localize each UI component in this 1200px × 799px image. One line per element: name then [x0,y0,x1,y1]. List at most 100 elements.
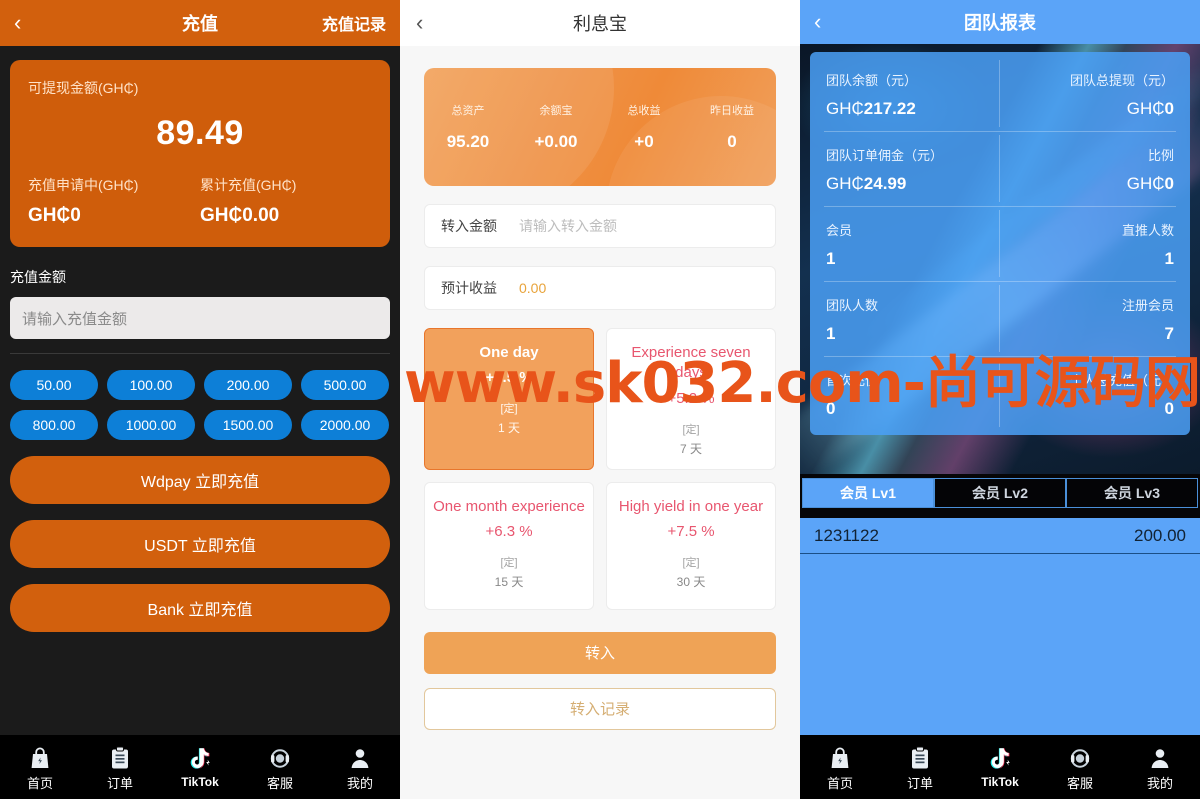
transfer-amount-input[interactable]: 请输入转入金额 [519,216,617,236]
recharge-records-link[interactable]: 充值记录 [322,11,386,35]
stat-member: 会员 1 [810,206,1000,281]
tabbar-item-support[interactable]: 客服 [240,743,320,792]
tabbar-label: 首页 [826,775,853,791]
tabbar-item-home[interactable]: 首页 [800,743,880,792]
bank-recharge-button[interactable]: Bank 立即充值 [10,584,390,632]
tabbar-item-profile[interactable]: 我的 [1120,743,1200,792]
tabbar-item-tiktok[interactable]: TikTok [160,745,240,789]
product-name: One day [479,344,539,361]
interest-treasure-screen: ‹ 利息宝 总资产 95.20 余额宝 +0.00 总收益 +0 昨日收益 0 … [400,0,800,799]
summary-value: 0 [727,132,737,151]
product-tag: [定] [500,403,518,416]
member-list-background [800,554,1200,739]
tiktok-icon [186,745,214,773]
stat-label: 注册会员 [1121,298,1174,313]
team-stats-grid: 团队余额（元） GH₵217.22 团队总提现（元） GH₵0 团队订单佣金（元… [810,52,1190,435]
wdpay-recharge-button[interactable]: Wdpay 立即充值 [10,456,390,504]
tabbar-item-tiktok[interactable]: TikTok [960,745,1040,789]
quick-amount-chip[interactable]: 50.00 [10,370,98,400]
product-tag: [定] [682,556,700,569]
quick-amount-chip[interactable]: 500.00 [301,370,389,400]
currency-prefix: GH₵ [826,174,864,193]
currency-prefix: GH₵ [1126,99,1165,118]
tab-member-lv3[interactable]: 会员 Lv3 [1066,478,1198,508]
product-rate: +5.2 % [667,389,715,407]
team-report-screen: ‹ 团队报表 团队余额（元） GH₵217.22 团队总提现（元） GH₵0 团… [800,0,1200,799]
headset-support-icon [1068,743,1092,771]
clipboard-order-icon [109,743,131,771]
total-recharge-value: GH₵0.00 [200,205,280,226]
table-row[interactable]: 1231122 200.00 [800,518,1200,554]
stat-personal-total-recharge: 个人总充值（元） 0 [1000,356,1190,431]
tabbar-item-orders[interactable]: 订单 [80,743,160,792]
stat-label: 首次充值 [826,373,879,388]
stat-number: 1 [826,324,836,343]
stat-label: 团队人数 [826,298,879,313]
product-rate: +3.5 % [485,369,533,387]
recharge-screen: ‹ 充值 充值记录 可提现金额(GH₵) 89.49 充值申请中(GH₵) GH… [0,0,400,799]
stat-team-balance: 团队余额（元） GH₵217.22 [810,56,1000,131]
tabbar-label: 客服 [1066,775,1093,791]
tabbar-label: 我的 [346,775,373,791]
recharge-amount-placeholder: 请输入充值金额 [22,310,128,328]
back-icon[interactable]: ‹ [814,11,821,33]
summary-label: 余额宝 [539,105,573,117]
back-icon[interactable]: ‹ [14,12,21,34]
tabbar-item-profile[interactable]: 我的 [320,743,400,792]
stat-value: 1 [826,249,984,269]
tabbar-item-support[interactable]: 客服 [1040,743,1120,792]
quick-amount-chip[interactable]: 100.00 [107,370,195,400]
stat-value: GH₵217.22 [826,99,984,119]
page-title: 团队报表 [964,13,1036,33]
quick-amount-chip[interactable]: 2000.00 [301,410,389,440]
quick-amount-chip[interactable]: 800.00 [10,410,98,440]
transfer-in-button[interactable]: 转入 [424,631,776,674]
clipboard-order-icon [909,743,931,771]
summary-value: +0 [634,132,654,151]
tabbar-label: 订单 [906,775,933,791]
bag-home-icon [28,743,52,771]
quick-amount-chip[interactable]: 1000.00 [107,410,195,440]
product-tag: [定] [682,423,700,436]
total-recharge-block: 累计充值(GH₵) GH₵0.00 [200,175,372,227]
quick-amount-chip[interactable]: 200.00 [204,370,292,400]
tiktok-icon [986,745,1014,773]
recharge-header: ‹ 充值 充值记录 [0,0,400,46]
stat-label: 团队订单佣金（元） [826,148,944,163]
quick-amount-chip[interactable]: 1500.00 [204,410,292,440]
pending-recharge-block: 充值申请中(GH₵) GH₵0 [28,175,200,227]
summary-label: 总资产 [451,105,485,117]
stat-number: 1 [1164,249,1174,268]
stat-first-recharge: 首次充值 0 [810,356,1000,431]
stat-number: 24.99 [863,174,907,193]
tabbar-item-orders[interactable]: 订单 [880,743,960,792]
screenshot-root: ‹ 充值 充值记录 可提现金额(GH₵) 89.49 充值申请中(GH₵) GH… [0,0,1200,799]
transfer-amount-row[interactable]: 转入金额 请输入转入金额 [424,204,776,248]
back-icon[interactable]: ‹ [416,12,423,34]
bottom-tabbar: 首页 订单 TikTok 客服 我的 [0,735,400,799]
summary-item-total-assets: 总资产 95.20 [424,102,512,152]
usdt-recharge-button[interactable]: USDT 立即充值 [10,520,390,568]
recharge-amount-input[interactable]: 请输入充值金额 [10,297,390,339]
tabbar-item-home[interactable]: 首页 [0,743,80,792]
product-card-seven-days[interactable]: Experience seven days +5.2 % [定] 7 天 [606,328,776,470]
product-card-one-day[interactable]: One day +3.5 % [定] 1 天 [424,328,594,470]
bottom-tabbar: 首页 订单 TikTok 客服 我的 [800,735,1200,799]
transfer-records-button[interactable]: 转入记录 [424,687,776,730]
currency-prefix: GH₵ [826,99,864,118]
stat-ratio: 比例 GH₵0 [1000,131,1190,206]
tabbar-label: 订单 [106,775,133,791]
product-card-one-month[interactable]: One month experience +6.3 % [定] 15 天 [424,481,594,610]
product-duration: 15 天 [494,574,524,589]
summary-item-yesterday-profit: 昨日收益 0 [688,102,776,152]
stats-row: 团队余额（元） GH₵217.22 团队总提现（元） GH₵0 [810,56,1190,131]
stat-number: 1 [826,249,836,268]
stat-value: GH₵24.99 [826,174,984,194]
interest-summary-card: 总资产 95.20 余额宝 +0.00 总收益 +0 昨日收益 0 [424,68,776,186]
tab-member-lv2[interactable]: 会员 Lv2 [934,478,1066,508]
product-rate: +6.3 % [485,522,533,540]
product-card-one-year[interactable]: High yield in one year +7.5 % [定] 30 天 [606,481,776,610]
tab-member-lv1[interactable]: 会员 Lv1 [802,478,934,508]
tabbar-label: 我的 [1146,775,1173,791]
stat-number: 7 [1164,324,1174,343]
